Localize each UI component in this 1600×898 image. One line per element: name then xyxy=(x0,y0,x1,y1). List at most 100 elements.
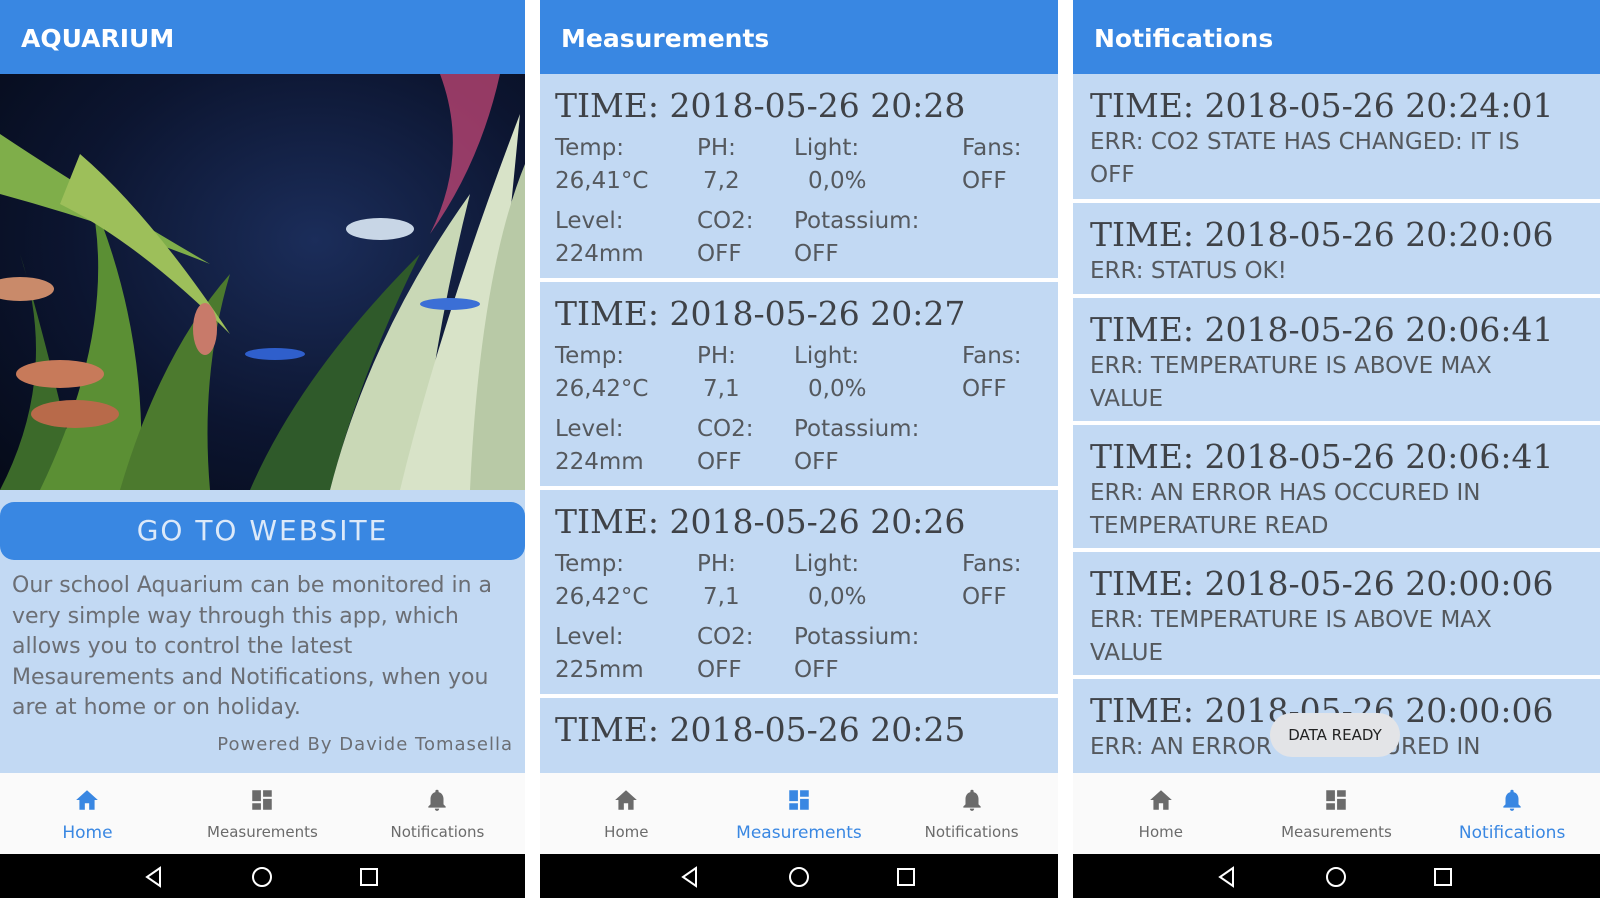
notification-card: TIME: 2018-05-26 20:20:06 ERR: STATUS OK… xyxy=(1073,203,1600,298)
bottom-navigation: Home Measurements Notifications xyxy=(540,773,1058,854)
bell-icon xyxy=(962,789,981,811)
back-icon[interactable] xyxy=(678,865,702,889)
notifications-screen: Notifications TIME: 2018-05-26 20:24:01 … xyxy=(1073,0,1600,898)
notification-message: ERR: CO2 STATE HAS CHANGED: IT IS OFF xyxy=(1090,129,1520,188)
light-value: 0,0% xyxy=(808,168,867,194)
light-label: Light: xyxy=(794,343,860,369)
temp-cell: Temp: 26,42°C xyxy=(555,340,648,406)
measurement-time: TIME: 2018-05-26 20:25 xyxy=(555,710,966,749)
light-value: 0,0% xyxy=(808,584,867,610)
measurement-time: TIME: 2018-05-26 20:26 xyxy=(555,502,966,541)
co2-label: CO2: xyxy=(697,624,754,650)
notifications-title: Notifications xyxy=(1073,0,1600,74)
system-nav-bar xyxy=(540,854,1058,898)
potassium-label: Potassium: xyxy=(794,624,920,650)
notification-time: TIME: 2018-05-26 20:06:41 xyxy=(1090,310,1554,349)
nav-notifications-label: Notifications xyxy=(924,823,1019,841)
measurement-card: TIME: 2018-05-26 20:28 Temp: 26,41°C PH: 7… xyxy=(540,74,1058,282)
co2-cell: CO2: OFF xyxy=(697,205,754,271)
back-icon[interactable] xyxy=(142,865,166,889)
ph-label: PH: xyxy=(697,551,736,577)
ph-cell: PH: 7,2 xyxy=(697,132,740,198)
nav-home-tab[interactable]: Home xyxy=(540,773,713,854)
potassium-value: OFF xyxy=(794,449,839,475)
powered-by-credit: Powered By Davide Tomasella xyxy=(217,734,513,755)
measurement-card: TIME: 2018-05-26 20:27 Temp: 26,42°C PH: 7… xyxy=(540,282,1058,490)
go-to-website-button[interactable]: GO TO WEBSITE xyxy=(0,502,525,560)
notification-message: ERR: STATUS OK! xyxy=(1090,258,1287,284)
aquarium-photo xyxy=(0,74,525,490)
level-value: 224mm xyxy=(555,241,644,267)
nav-home-tab[interactable]: Home xyxy=(0,773,175,854)
measurements-screen: Measurements TIME: 2018-05-26 20:28 Temp… xyxy=(540,0,1058,898)
co2-cell: CO2: OFF xyxy=(697,621,754,687)
co2-cell: CO2: OFF xyxy=(697,413,754,479)
fans-value: OFF xyxy=(962,376,1007,402)
temp-value: 26,41°C xyxy=(555,168,649,194)
measurement-card: TIME: 2018-05-26 20:25 xyxy=(540,698,1058,773)
measurement-time: TIME: 2018-05-26 20:28 xyxy=(555,86,966,125)
ph-label: PH: xyxy=(697,343,736,369)
nav-measurements-tab[interactable]: Measurements xyxy=(1249,773,1425,854)
potassium-value: OFF xyxy=(794,241,839,267)
bell-icon xyxy=(1503,789,1521,811)
notification-message: ERR: TEMPERATURE IS ABOVE MAX VALUE xyxy=(1090,607,1492,666)
recents-icon[interactable] xyxy=(1431,865,1455,889)
recents-icon[interactable] xyxy=(894,865,918,889)
fans-label: Fans: xyxy=(962,551,1022,577)
potassium-label: Potassium: xyxy=(794,208,920,234)
dashboard-icon xyxy=(1326,790,1347,810)
temp-label: Temp: xyxy=(555,135,625,161)
nav-measurements-tab[interactable]: Measurements xyxy=(175,773,350,854)
ph-value: 7,1 xyxy=(703,376,740,402)
notification-time: TIME: 2018-05-26 20:00:06 xyxy=(1090,564,1554,603)
home-circle-icon[interactable] xyxy=(250,865,274,889)
nav-notifications-label: Notifications xyxy=(1458,823,1566,843)
home-icon xyxy=(76,790,99,810)
home-circle-icon[interactable] xyxy=(787,865,811,889)
app-title: AQUARIUM xyxy=(0,0,525,74)
fans-value: OFF xyxy=(962,584,1007,610)
recents-icon[interactable] xyxy=(357,865,381,889)
notification-message: ERR: AN ERROR HAS OCCURED IN TEMPERATURE… xyxy=(1090,480,1481,539)
potassium-cell: Potassium: OFF xyxy=(794,205,919,271)
nav-measurements-label: Measurements xyxy=(736,823,862,843)
measurement-time: TIME: 2018-05-26 20:27 xyxy=(555,294,966,333)
co2-value: OFF xyxy=(697,657,742,683)
measurement-card: TIME: 2018-05-26 20:26 Temp: 26,42°C PH: 7… xyxy=(540,490,1058,698)
back-icon[interactable] xyxy=(1215,865,1239,889)
ph-label: PH: xyxy=(697,135,736,161)
level-label: Level: xyxy=(555,208,624,234)
temp-label: Temp: xyxy=(555,551,625,577)
notification-card: TIME: 2018-05-26 20:00:06 ERR: TEMPERATU… xyxy=(1073,552,1600,679)
fans-label: Fans: xyxy=(962,135,1022,161)
home-content: GO TO WEBSITE Our school Aquarium can be… xyxy=(0,74,525,773)
nav-measurements-tab[interactable]: Measurements xyxy=(713,773,886,854)
co2-label: CO2: xyxy=(697,208,754,234)
dashboard-icon xyxy=(252,790,273,810)
ph-value: 7,1 xyxy=(703,584,740,610)
nav-notifications-tab[interactable]: Notifications xyxy=(885,773,1058,854)
temp-value: 26,42°C xyxy=(555,584,649,610)
system-nav-bar xyxy=(0,854,525,898)
level-value: 224mm xyxy=(555,449,644,475)
temp-label: Temp: xyxy=(555,343,625,369)
temp-value: 26,42°C xyxy=(555,376,649,402)
home-circle-icon[interactable] xyxy=(1324,865,1348,889)
system-nav-bar xyxy=(1073,854,1600,898)
notifications-list: TIME: 2018-05-26 20:24:01 ERR: CO2 STATE… xyxy=(1073,74,1600,773)
co2-value: OFF xyxy=(697,449,742,475)
nav-measurements-label: Measurements xyxy=(207,823,318,841)
fans-cell: Fans: OFF xyxy=(962,548,1022,614)
home-screen: AQUARIUM GO TO WEBSITE Our school Aquari… xyxy=(0,0,525,898)
notification-message: ERR: TEMPERATURE IS ABOVE MAX VALUE xyxy=(1090,353,1492,412)
notification-card: TIME: 2018-05-26 20:06:41 ERR: AN ERROR … xyxy=(1073,425,1600,552)
co2-value: OFF xyxy=(697,241,742,267)
level-cell: Level: 225mm xyxy=(555,621,644,687)
bottom-navigation: Home Measurements Notifications xyxy=(0,773,525,854)
nav-notifications-tab[interactable]: Notifications xyxy=(1424,773,1600,854)
nav-home-tab[interactable]: Home xyxy=(1073,773,1249,854)
light-label: Light: xyxy=(794,135,860,161)
temp-cell: Temp: 26,42°C xyxy=(555,548,648,614)
nav-notifications-tab[interactable]: Notifications xyxy=(350,773,525,854)
